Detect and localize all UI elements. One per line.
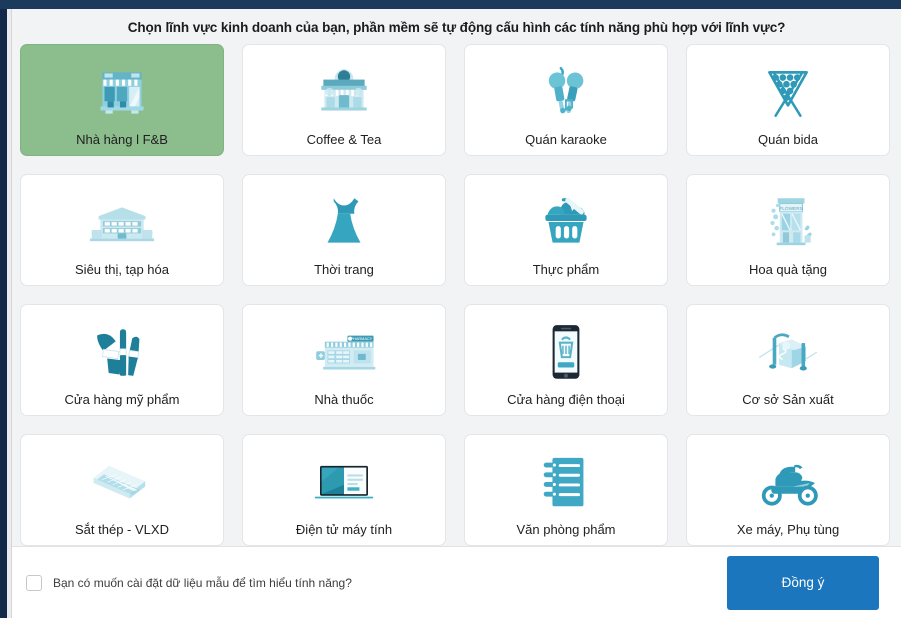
sample-data-option[interactable]: Bạn có muốn cài đặt dữ liệu mẫu để tìm h… <box>26 574 352 591</box>
pharmacy-storefront-icon: PHARMACY <box>243 317 445 389</box>
business-card-flower-shop[interactable]: FLOWERS Hoa quà tặng <box>686 174 890 286</box>
business-card-coffee-tea[interactable]: Coffee & Tea <box>242 44 446 156</box>
dialog-title: Chọn lĩnh vực kinh doanh của bạn, phần m… <box>127 20 786 35</box>
business-card-label: Xe máy, Phụ tùng <box>736 522 840 537</box>
laptop-icon <box>243 447 445 519</box>
business-card-label: Điện tử máy tính <box>295 522 393 537</box>
restaurant-storefront-icon <box>21 57 223 129</box>
business-card-label: Coffee & Tea <box>306 132 382 147</box>
business-card-label: Cơ sở Sản xuất <box>742 392 834 407</box>
dialog-footer: Bạn có muốn cài đặt dữ liệu mẫu để tìm h… <box>12 546 901 618</box>
business-card-label: Cửa hàng mỹ phẩm <box>64 392 180 407</box>
business-card-food[interactable]: Thực phẩm <box>464 174 668 286</box>
business-card-karaoke[interactable]: Quán karaoke <box>464 44 668 156</box>
scooter-icon <box>687 447 889 519</box>
billiards-rack-icon <box>687 57 889 129</box>
business-card-steel[interactable]: Sắt thép - VLXD <box>20 434 224 546</box>
business-card-label: Văn phòng phẩm <box>516 522 616 537</box>
business-card-label: Cửa hàng điện thoại <box>507 392 625 407</box>
app-title-bar <box>0 0 901 9</box>
sample-data-checkbox[interactable] <box>26 574 42 591</box>
business-card-label: Siêu thị, tạp hóa <box>75 262 169 277</box>
business-type-dialog: Chọn lĩnh vực kinh doanh của bạn, phần m… <box>11 9 901 618</box>
makeup-brushes-icon <box>21 317 223 389</box>
sample-data-label: Bạn có muốn cài đặt dữ liệu mẫu để tìm h… <box>53 575 352 590</box>
agree-button[interactable]: Đồng ý <box>727 555 879 610</box>
business-card-fashion[interactable]: Thời trang <box>242 174 446 286</box>
business-card-label: Thực phẩm <box>532 262 600 277</box>
business-card-cosmetics[interactable]: Cửa hàng mỹ phẩm <box>20 304 224 416</box>
business-card-label: Nhà hàng l F&B <box>76 132 168 147</box>
cafe-storefront-icon <box>243 57 445 129</box>
factory-machine-icon <box>687 317 889 389</box>
business-card-label: Sắt thép - VLXD <box>75 522 169 537</box>
business-card-label: Nhà thuốc <box>314 392 374 407</box>
business-card-label: Quán karaoke <box>525 132 607 147</box>
business-card-manufacturing[interactable]: Cơ sở Sản xuất <box>686 304 890 416</box>
smartphone-shopping-icon <box>465 317 667 389</box>
business-card-pharmacy[interactable]: PHARMACY Nhà thuốc <box>242 304 446 416</box>
spiral-notebook-icon <box>465 447 667 519</box>
business-card-label: Quán bida <box>758 132 818 147</box>
business-card-stationery[interactable]: Văn phòng phẩm <box>464 434 668 546</box>
business-card-phone-store[interactable]: Cửa hàng điện thoại <box>464 304 668 416</box>
microphones-icon <box>465 57 667 129</box>
app-root: Chọn lĩnh vực kinh doanh của bạn, phần m… <box>0 0 901 618</box>
business-card-electronics[interactable]: Điện tử máy tính <box>242 434 446 546</box>
business-type-grid: Nhà hàng l F&B Coffee & Tea Quán karaoke… <box>12 44 901 546</box>
app-sidebar[interactable] <box>0 9 7 618</box>
business-card-label: Thời trang <box>314 262 374 277</box>
svg-text:PHARMACY: PHARMACY <box>351 337 373 341</box>
flower-shop-icon: FLOWERS <box>687 187 889 259</box>
steel-sheets-icon <box>21 447 223 519</box>
dress-icon <box>243 187 445 259</box>
food-basket-icon <box>465 187 667 259</box>
business-card-restaurant[interactable]: Nhà hàng l F&B <box>20 44 224 156</box>
supermarket-building-icon <box>21 187 223 259</box>
business-card-label: Hoa quà tặng <box>748 262 828 277</box>
business-card-supermarket[interactable]: Siêu thị, tạp hóa <box>20 174 224 286</box>
business-card-motorbike[interactable]: Xe máy, Phụ tùng <box>686 434 890 546</box>
business-card-billiards[interactable]: Quán bida <box>686 44 890 156</box>
svg-text:FLOWERS: FLOWERS <box>779 206 802 212</box>
